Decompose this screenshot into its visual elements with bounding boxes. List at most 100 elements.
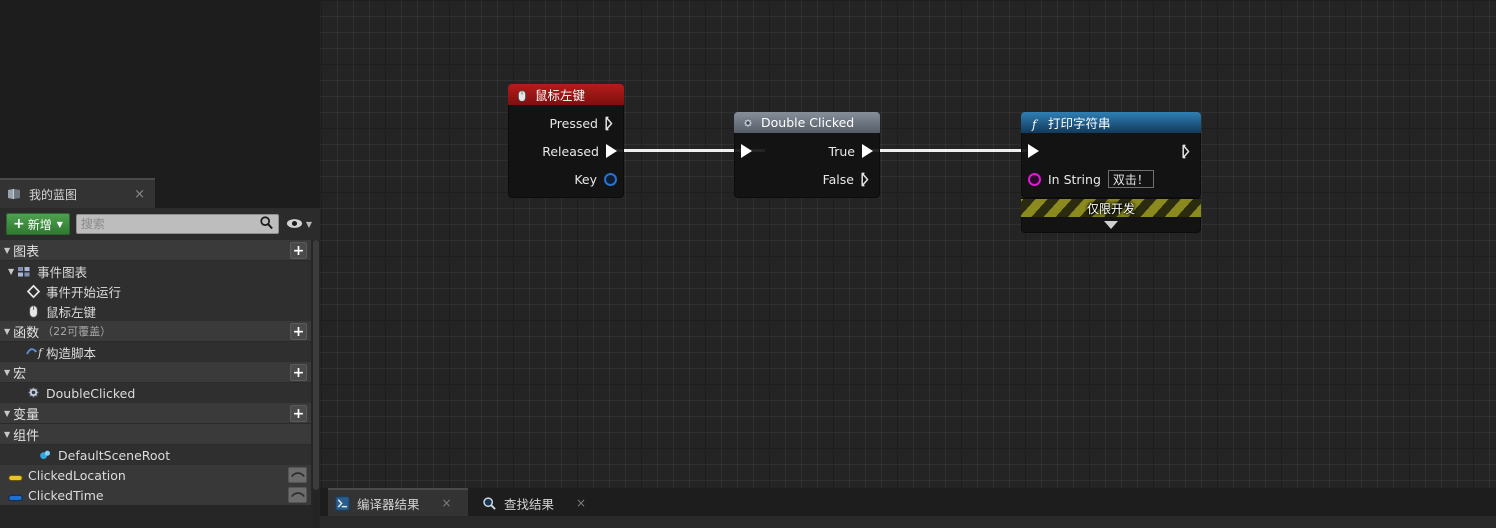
node-body: Pressed Released Key — [508, 105, 624, 198]
data-pin-icon[interactable] — [1028, 172, 1041, 186]
tree-item-ClickedLocation[interactable]: ClickedLocation — [0, 465, 311, 485]
tree-item-label: 构造脚本 — [46, 345, 97, 361]
node-mouse-left-button[interactable]: 鼠标左键 Pressed Released Key — [508, 84, 624, 198]
panel-empty-area — [0, 0, 320, 178]
pin-pressed[interactable]: Pressed — [509, 109, 623, 137]
my-blueprint-panel: 我的蓝图 × + 新增 ▼ 搜索 ▼ ▼ 图表 + ▼ 事件图表 事件开始运行 … — [0, 0, 320, 528]
node-body: In String 双击！ — [1021, 133, 1201, 198]
tree-item-鼠标左键[interactable]: 鼠标左键 — [0, 301, 311, 321]
close-icon[interactable]: × — [130, 186, 149, 203]
section-title: 组件 — [13, 428, 40, 444]
tree-item-label: 事件图表 — [37, 264, 88, 280]
function-f-icon: f — [1028, 116, 1042, 131]
tree-item-ClickedTime[interactable]: ClickedTime — [0, 485, 311, 505]
scene-root-icon — [38, 448, 53, 463]
node-header: f 打印字符串 — [1021, 112, 1201, 133]
event-diamond-icon — [26, 284, 41, 299]
compiler-results-icon — [335, 495, 350, 511]
tree-item-事件开始运行[interactable]: 事件开始运行 — [0, 281, 311, 301]
node-title: 打印字符串 — [1048, 116, 1111, 131]
tab-find-results[interactable]: 查找结果 × — [475, 488, 605, 516]
blueprint-tree: ▼ 图表 + ▼ 事件图表 事件开始运行 鼠标左键 ▼ 函数 （22可覆盖） + f 构造脚本 ▼ 宏 + Do… — [0, 240, 311, 528]
tree-item-构造脚本[interactable]: f 构造脚本 — [0, 342, 311, 362]
expander-icon[interactable]: ▼ — [4, 327, 10, 336]
pin-key[interactable]: Key — [509, 165, 623, 193]
section-title: 图表 — [13, 244, 40, 260]
section-header-functions[interactable]: ▼ 函数 （22可覆盖） + — [0, 321, 311, 342]
exec-pin-icon[interactable] — [1028, 144, 1039, 158]
svg-text:f: f — [1031, 117, 1039, 131]
exec-pin-icon[interactable] — [605, 116, 617, 131]
pin-released[interactable]: Released — [509, 137, 623, 165]
search-input[interactable] — [80, 217, 259, 231]
pin-label: Pressed — [549, 115, 598, 131]
pin-false[interactable]: False — [735, 165, 879, 193]
panel-scrollbar[interactable] — [313, 240, 319, 528]
close-icon[interactable]: × — [576, 496, 586, 510]
expander-icon[interactable]: ▼ — [8, 267, 14, 276]
wire-true-to-printstring — [872, 149, 1027, 152]
mouse-icon — [515, 88, 529, 102]
exec-pin-icon[interactable] — [862, 144, 873, 158]
exec-pin-icon[interactable] — [861, 172, 873, 187]
section-title: 宏 — [13, 366, 27, 382]
dock-content — [320, 516, 1496, 528]
vector-pill-icon — [8, 468, 23, 483]
data-pin-icon[interactable] — [604, 172, 617, 186]
exec-pin-icon[interactable] — [606, 144, 617, 158]
pin-label: True — [828, 143, 855, 159]
pin-label: Key — [574, 171, 597, 187]
tree-item-DefaultSceneRoot[interactable]: DefaultSceneRoot — [0, 445, 311, 465]
visibility-toggle-button[interactable]: ▼ — [286, 215, 312, 234]
in-string-value-field[interactable]: 双击！ — [1107, 170, 1154, 188]
pin-exec-row[interactable] — [1022, 137, 1200, 165]
add-graphs-button[interactable]: + — [290, 242, 307, 259]
node-header: Double Clicked — [734, 112, 880, 133]
expander-icon[interactable]: ▼ — [4, 246, 10, 255]
node-header: 鼠标左键 — [508, 84, 624, 105]
expander-icon[interactable]: ▼ — [4, 430, 10, 439]
section-header-variables[interactable]: ▼ 变量 + — [0, 403, 311, 424]
node-title: 鼠标左键 — [535, 88, 586, 103]
section-header-macros[interactable]: ▼ 宏 + — [0, 362, 311, 383]
scrollbar-thumb[interactable] — [313, 240, 319, 490]
panel-tabstrip: 我的蓝图 × — [0, 178, 320, 208]
add-variables-button[interactable]: + — [290, 405, 307, 422]
pin-label: False — [822, 171, 854, 187]
close-icon[interactable]: × — [442, 496, 452, 510]
node-expand-button[interactable] — [1021, 217, 1201, 233]
eye-icon[interactable] — [288, 467, 307, 483]
pin-label: Released — [542, 143, 599, 159]
expander-icon[interactable]: ▼ — [4, 368, 10, 377]
development-only-banner: 仅限开发 — [1021, 198, 1201, 217]
pin-label: In String — [1048, 171, 1101, 187]
panel-toolbar: + 新增 ▼ 搜索 ▼ — [0, 208, 320, 240]
tree-item-label: DoubleClicked — [46, 385, 136, 401]
expander-icon[interactable]: ▼ — [4, 409, 10, 418]
pin-exec-in[interactable]: True — [735, 137, 879, 165]
tree-item-label: DefaultSceneRoot — [58, 447, 171, 463]
add-functions-button[interactable]: + — [290, 323, 307, 340]
section-title: 函数 — [13, 325, 40, 341]
tree-item-label: 鼠标左键 — [46, 304, 97, 320]
tree-item-DoubleClicked[interactable]: DoubleClicked — [0, 383, 311, 403]
eye-icon — [286, 215, 303, 234]
node-print-string[interactable]: f 打印字符串 In String 双击！ 仅限开发 — [1021, 112, 1201, 233]
tab-label: 查找结果 — [504, 496, 555, 512]
tree-item-事件图表[interactable]: ▼ 事件图表 — [0, 261, 311, 281]
eye-icon[interactable] — [288, 487, 307, 503]
add-macros-button[interactable]: + — [290, 364, 307, 381]
exec-pin-icon[interactable] — [1182, 144, 1194, 159]
event-graph-canvas[interactable]: 鼠标左键 Pressed Released Key Double Clicked… — [320, 0, 1496, 488]
add-new-button[interactable]: + 新增 ▼ — [6, 213, 70, 235]
chevron-down-icon: ▼ — [56, 219, 63, 229]
node-double-clicked[interactable]: Double Clicked True False — [734, 112, 880, 198]
section-header-graphs[interactable]: ▼ 图表 + — [0, 240, 311, 261]
search-field[interactable] — [75, 214, 279, 234]
exec-pin-icon[interactable] — [741, 144, 752, 158]
tab-compiler-results[interactable]: 编译器结果 × — [328, 488, 468, 516]
mouse-icon — [26, 304, 41, 319]
tab-my-blueprint[interactable]: 我的蓝图 × — [0, 178, 155, 208]
pin-in-string[interactable]: In String 双击！ — [1022, 165, 1200, 193]
section-header-components[interactable]: ▼ 组件 — [0, 424, 311, 445]
